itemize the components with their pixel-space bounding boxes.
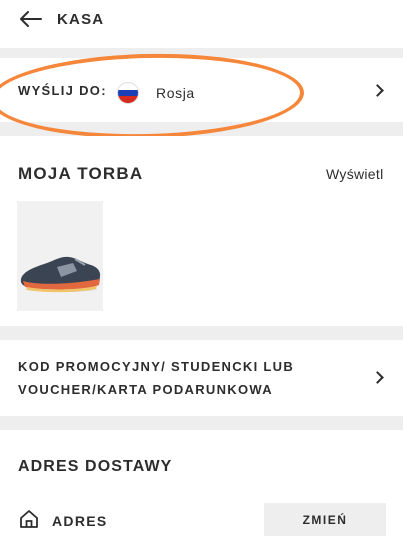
bag-title: MOJA TORBA [18, 164, 144, 183]
home-icon [20, 510, 38, 528]
promo-label-line2: VOUCHER/KARTA PODARUNKOWA [18, 382, 273, 397]
selected-country: Rosja [156, 85, 195, 101]
ship-to-row[interactable]: WYŚLIJ DO: [0, 58, 403, 122]
my-bag-section: MOJA TORBA Wyświetl [0, 136, 403, 326]
back-arrow-icon[interactable] [18, 10, 42, 28]
promo-code-row[interactable]: KOD PROMOCYJNY/ STUDENCKI LUB VOUCHER/KA… [0, 340, 403, 416]
checkout-header: KASA [0, 0, 403, 48]
promo-label-line1: KOD PROMOCYJNY/ STUDENCKI LUB [18, 359, 295, 374]
chevron-right-icon [371, 84, 384, 97]
page-title: KASA [57, 11, 105, 28]
chevron-right-icon [371, 371, 384, 384]
russia-flag-icon [117, 82, 139, 104]
product-thumbnail[interactable] [17, 201, 103, 311]
address-label: ADRES [52, 513, 108, 529]
delivery-address-section: ADRES DOSTAWY ADRES ZMIEŃ [0, 430, 403, 545]
delivery-title: ADRES DOSTAWY [18, 458, 173, 475]
change-address-button[interactable]: ZMIEŃ [264, 503, 386, 536]
ship-to-label: WYŚLIJ DO: [18, 83, 107, 98]
sneaker-image [17, 201, 103, 311]
view-bag-link[interactable]: Wyświetl [326, 166, 403, 182]
